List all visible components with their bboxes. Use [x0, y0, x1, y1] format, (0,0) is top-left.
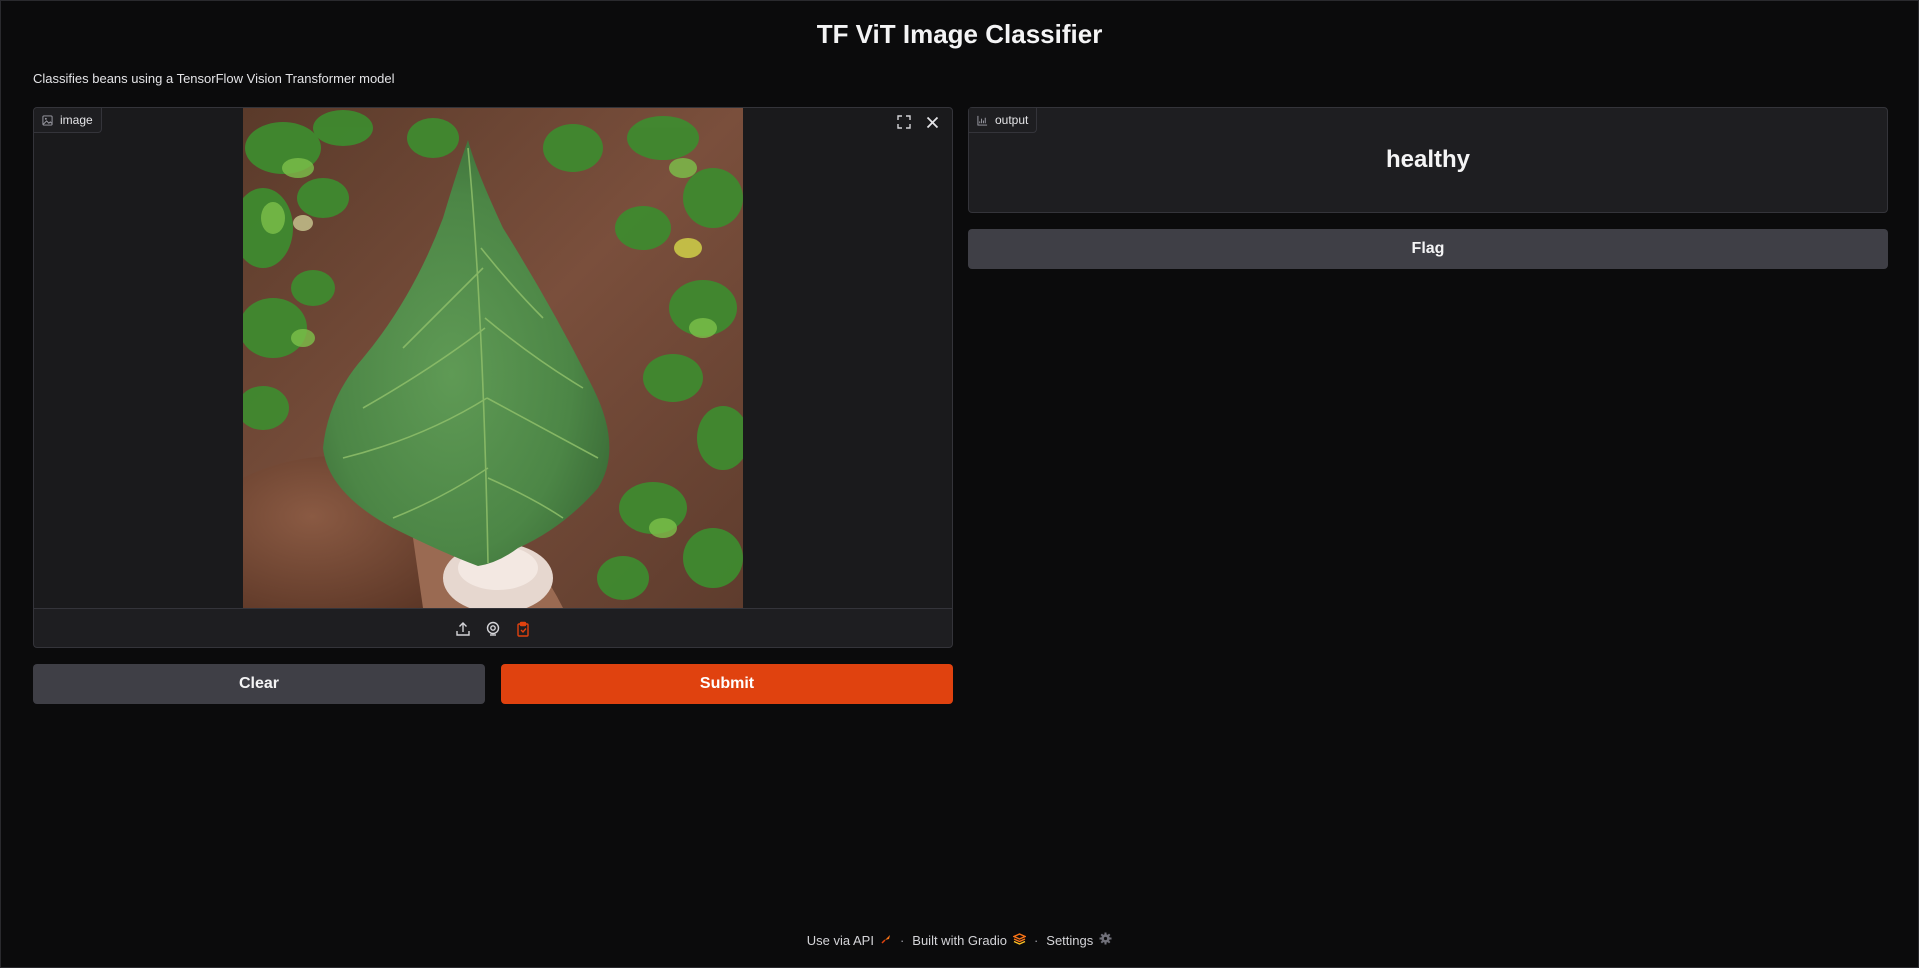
use-via-api-link[interactable]: Use via API: [807, 933, 892, 948]
clipboard-icon[interactable]: [513, 619, 533, 639]
close-icon[interactable]: [922, 112, 942, 132]
footer: Use via API · Built with Gradio · Settin…: [1, 932, 1918, 948]
flag-button[interactable]: Flag: [968, 229, 1888, 269]
footer-separator: ·: [1033, 932, 1039, 948]
page-description: Classifies beans using a TensorFlow Visi…: [33, 71, 395, 86]
clear-button[interactable]: Clear: [33, 664, 485, 704]
built-with-gradio-link[interactable]: Built with Gradio: [912, 932, 1027, 948]
settings-link[interactable]: Settings: [1046, 932, 1112, 948]
output-value: healthy: [1385, 146, 1471, 173]
output-label-text: output: [995, 113, 1029, 127]
rocket-icon: [880, 933, 892, 948]
image-input-panel: image: [33, 107, 953, 648]
image-label-text: image: [60, 113, 93, 127]
bar-chart-icon: [977, 115, 988, 126]
image-icon: [42, 114, 53, 126]
image-preview-area[interactable]: image: [34, 108, 952, 608]
output-label: output: [969, 108, 1038, 133]
use-via-api-label: Use via API: [806, 932, 874, 948]
image-top-actions: [894, 112, 942, 132]
fullscreen-icon[interactable]: [894, 112, 914, 132]
webcam-icon[interactable]: [483, 619, 503, 639]
page-title: TF ViT Image Classifier: [816, 19, 1103, 49]
footer-separator: ·: [899, 932, 905, 948]
submit-button[interactable]: Submit: [501, 664, 953, 704]
image-input-label: image: [34, 108, 102, 133]
built-with-gradio-label: Built with Gradio: [912, 932, 1007, 948]
gear-icon: [1099, 932, 1112, 948]
settings-label: Settings: [1046, 932, 1094, 948]
image-source-toolbar: [34, 608, 952, 648]
gradio-logo-icon: [1012, 932, 1027, 948]
output-panel: output healthy: [968, 107, 1888, 213]
bean-leaf-photo: [243, 108, 743, 608]
upload-icon[interactable]: [453, 619, 473, 639]
